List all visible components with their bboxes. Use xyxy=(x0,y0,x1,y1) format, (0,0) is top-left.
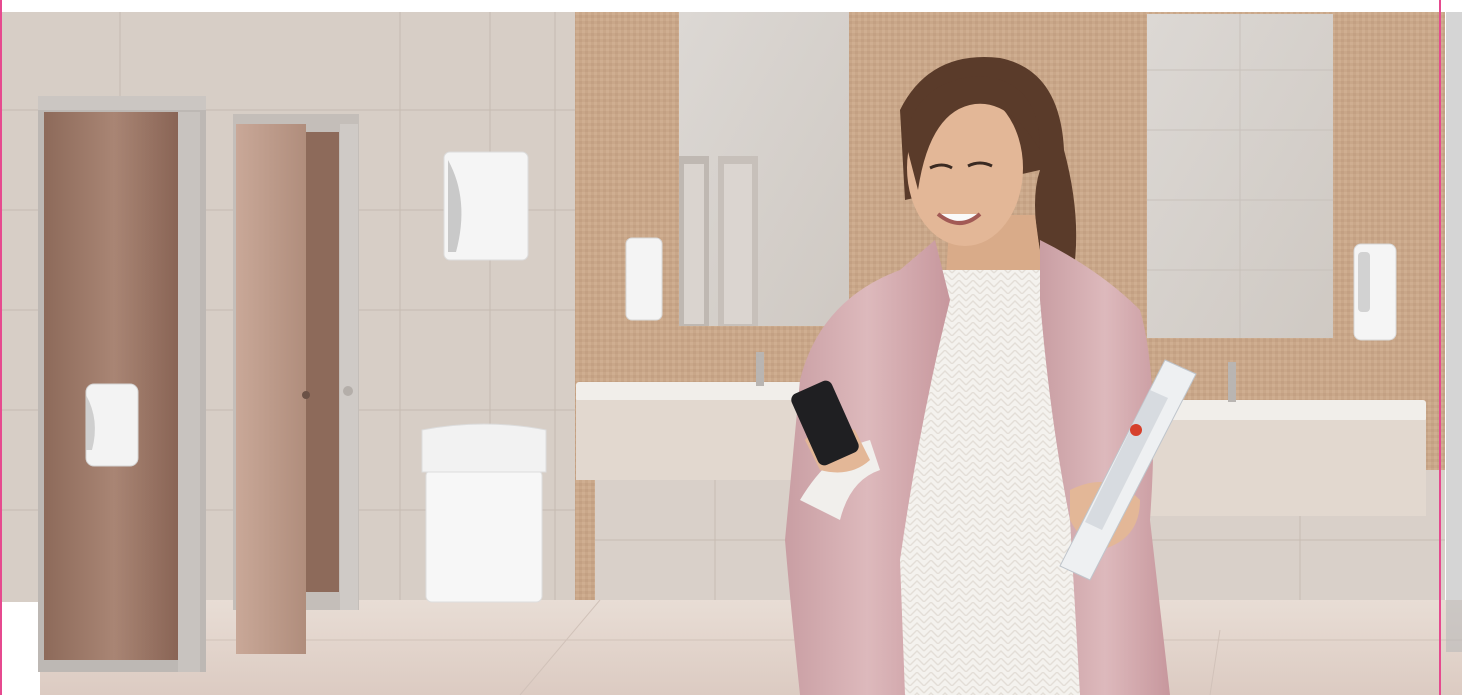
restroom-illustration xyxy=(0,0,1462,695)
toilet-paper-dispenser xyxy=(85,383,139,467)
mirror-left xyxy=(679,12,849,326)
waste-bin xyxy=(421,423,547,603)
stall-door-right xyxy=(233,114,359,654)
soap-dispenser-right xyxy=(1353,243,1397,341)
mirror-right xyxy=(1147,14,1333,338)
restroom-scene xyxy=(0,0,1462,695)
soap-dispenser-left xyxy=(625,237,663,321)
paper-towel-dispenser xyxy=(443,151,529,261)
